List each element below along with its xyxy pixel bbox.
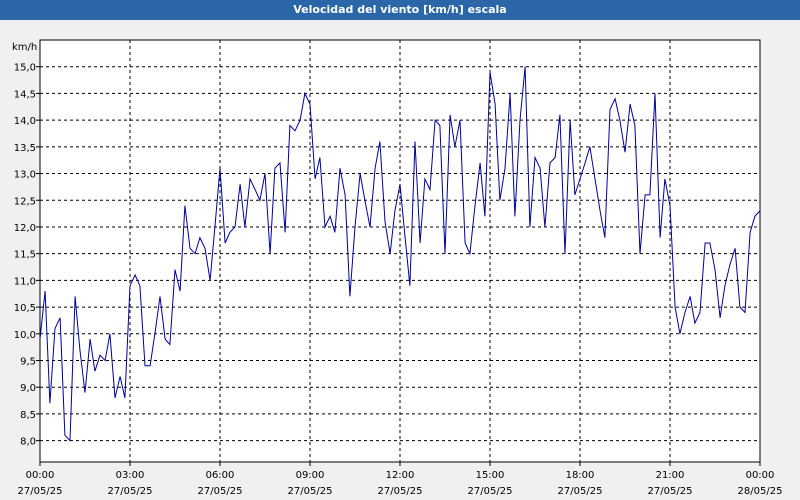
y-tick-label: 15,0 bbox=[14, 63, 36, 74]
y-tick-label: 9,0 bbox=[20, 383, 36, 394]
y-tick-label: 14,5 bbox=[14, 89, 36, 100]
y-tick-label: 8,5 bbox=[20, 410, 36, 421]
y-tick-label: 14,0 bbox=[14, 116, 36, 127]
x-tick-date: 27/05/25 bbox=[198, 486, 243, 497]
x-tick-time: 00:00 bbox=[746, 470, 775, 481]
y-tick-label: 9,5 bbox=[20, 357, 36, 368]
x-tick-date: 28/05/25 bbox=[738, 486, 783, 497]
x-tick-date: 27/05/25 bbox=[558, 486, 603, 497]
x-tick-date: 27/05/25 bbox=[108, 486, 153, 497]
x-tick-time: 00:00 bbox=[26, 470, 55, 481]
y-tick-label: 13,5 bbox=[14, 143, 36, 154]
x-tick-date: 27/05/25 bbox=[468, 486, 513, 497]
x-tick-time: 18:00 bbox=[566, 470, 595, 481]
x-tick-time: 15:00 bbox=[476, 470, 505, 481]
x-tick-date: 27/05/25 bbox=[378, 486, 423, 497]
wind-speed-chart: 8,0 8,5 9,0 9,5 10,0 10,5 11,0 11,5 12,0 12,5 13,0… bbox=[12, 39, 783, 497]
x-tick-time: 06:00 bbox=[206, 470, 235, 481]
x-tick-date: 27/05/25 bbox=[648, 486, 693, 497]
x-tick-date: 27/05/25 bbox=[18, 486, 63, 497]
y-axis: 8,0 8,5 9,0 9,5 10,0 10,5 11,0 11,5 12,0 12,5 13,0… bbox=[14, 63, 40, 448]
y-tick-label: 10,5 bbox=[14, 303, 36, 314]
y-tick-label: 11,5 bbox=[14, 250, 36, 261]
x-tick-time: 12:00 bbox=[386, 470, 415, 481]
y-tick-label: 10,0 bbox=[14, 330, 36, 341]
y-tick-label: 12,5 bbox=[14, 196, 36, 207]
y-tick-label: 8,0 bbox=[20, 437, 36, 448]
x-tick-time: 09:00 bbox=[296, 470, 325, 481]
x-tick-date: 27/05/25 bbox=[288, 486, 333, 497]
y-tick-label: 12,0 bbox=[14, 223, 36, 234]
y-tick-label: 13,0 bbox=[14, 170, 36, 181]
y-axis-label: km/h bbox=[12, 42, 37, 53]
x-tick-time: 03:00 bbox=[116, 470, 145, 481]
x-tick-time: 21:00 bbox=[656, 470, 685, 481]
x-axis: 00:00 27/05/25 03:00 27/05/25 06:00 27/05/25 0… bbox=[18, 462, 783, 497]
y-tick-label: 11,0 bbox=[14, 276, 36, 287]
